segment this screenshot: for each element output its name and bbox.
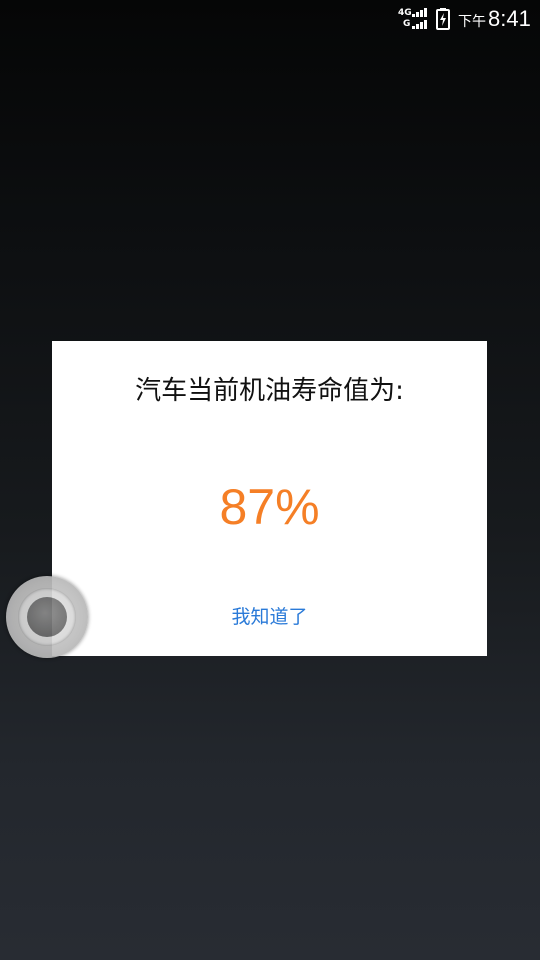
- oil-life-value: 87%: [219, 479, 320, 535]
- clock: 下午 8:41: [458, 6, 531, 34]
- assistive-touch-icon: [27, 597, 67, 637]
- status-bar: 4G G 下午 8:41: [0, 0, 540, 38]
- signal-icon: [412, 8, 427, 17]
- network-indicator: 4G G: [398, 8, 428, 32]
- dialog-title: 汽车当前机油寿命值为:: [135, 376, 404, 406]
- network-type-label-secondary: G: [403, 19, 411, 29]
- assistive-touch-ring: [18, 588, 76, 646]
- signal-icon-secondary: [412, 20, 427, 29]
- oil-life-dialog: 汽车当前机油寿命值为: 87% 我知道了: [52, 341, 487, 656]
- network-type-label: 4G: [398, 8, 412, 18]
- confirm-button[interactable]: 我知道了: [192, 595, 347, 635]
- battery-charging-icon: [436, 8, 450, 30]
- clock-time: 8:41: [488, 6, 531, 31]
- assistive-touch-button[interactable]: [6, 576, 88, 658]
- clock-ampm: 下午: [458, 14, 486, 30]
